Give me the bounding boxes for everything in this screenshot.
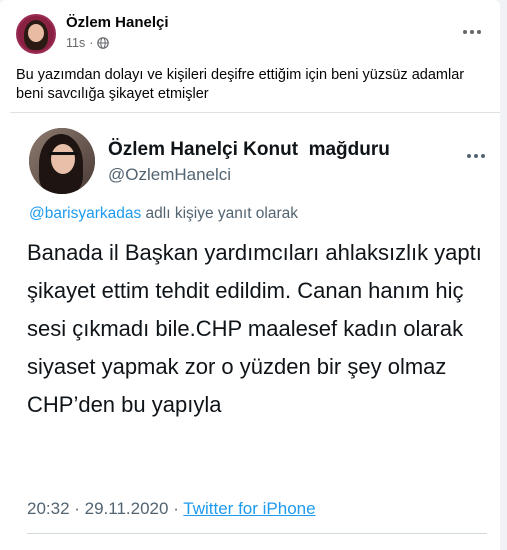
- tweet-handle: @OzlemHanelci: [108, 165, 232, 184]
- tweet-timestamp: 20:32 · 29.11.2020 ·: [27, 499, 184, 518]
- tweet-body: Banada il Başkan yardımcıları ahlaksızlı…: [27, 240, 482, 417]
- post-header: Özlem Hanelçi 11s ·: [16, 14, 486, 58]
- tweet-divider: [27, 533, 487, 534]
- tweet-footer: 20:32 · 29.11.2020 · Twitter for iPhone: [27, 499, 316, 519]
- author-name[interactable]: Özlem Hanelçi: [66, 14, 169, 31]
- post-meta: 11s ·: [66, 36, 110, 50]
- facebook-post: Özlem Hanelçi 11s · Bu yazımdan dolayı v…: [0, 0, 500, 550]
- tweet-source: Twitter for iPhone: [183, 499, 316, 518]
- tweet-screenshot[interactable]: Özlem Hanelçi Konut mağduru @OzlemHanelc…: [10, 112, 500, 550]
- author-avatar[interactable]: [16, 14, 56, 54]
- tweet-display-name: Özlem Hanelçi Konut mağduru: [108, 139, 390, 160]
- post-time[interactable]: 11s: [66, 36, 85, 50]
- reply-suffix: adlı kişiye yanıt olarak: [141, 205, 299, 222]
- tweet-more-icon: [462, 149, 490, 163]
- avatar-face: [28, 24, 44, 42]
- tweet-avatar: [29, 128, 95, 194]
- reply-mention: @barisyarkadas: [29, 205, 142, 222]
- post-caption: Bu yazımdan dolayı ve kişileri deşifre e…: [16, 67, 465, 102]
- globe-icon[interactable]: [97, 37, 110, 49]
- reply-context: @barisyarkadas adlı kişiye yanıt olarak: [29, 205, 298, 223]
- more-options-icon[interactable]: [458, 22, 486, 42]
- meta-separator: ·: [89, 36, 94, 50]
